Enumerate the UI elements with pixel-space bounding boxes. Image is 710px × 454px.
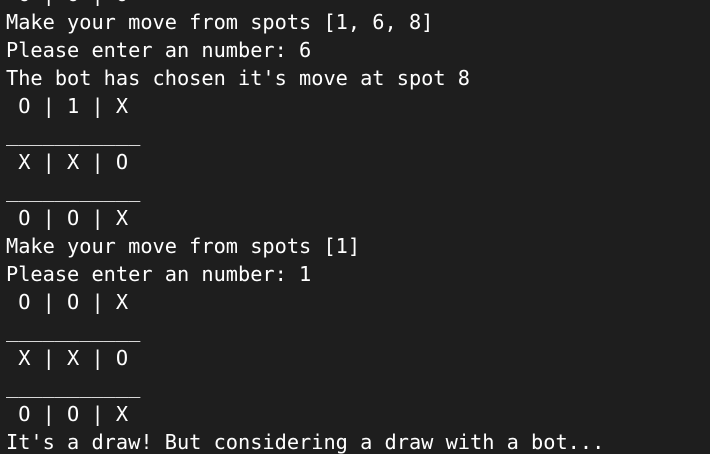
board-divider: ___________ (6, 178, 141, 202)
terminal-output: O | O | O Make your move from spots [1, … (6, 0, 710, 454)
board-divider: ___________ (6, 318, 141, 342)
board-row: O | O | X (6, 290, 129, 314)
board-divider: ___________ (6, 122, 141, 146)
terminal-line: Please enter an number: 6 (6, 38, 312, 62)
board-row: O | 1 | X (6, 94, 129, 118)
terminal-line: O | O | O (6, 0, 710, 8)
board-row: X | X | O (6, 346, 129, 370)
board-divider: ___________ (6, 374, 141, 398)
terminal-line: Make your move from spots [1, 6, 8] (6, 10, 434, 34)
board-row: O | O | X (6, 206, 129, 230)
terminal-window[interactable]: O | O | O Make your move from spots [1, … (0, 0, 710, 454)
terminal-line: The bot has chosen it's move at spot 8 (6, 66, 470, 90)
terminal-line: It's a draw! But considering a draw with… (6, 430, 605, 454)
board-row: O | O | X (6, 402, 129, 426)
terminal-line: Please enter an number: 1 (6, 262, 312, 286)
terminal-line: Make your move from spots [1] (6, 234, 361, 258)
board-row: X | X | O (6, 150, 129, 174)
